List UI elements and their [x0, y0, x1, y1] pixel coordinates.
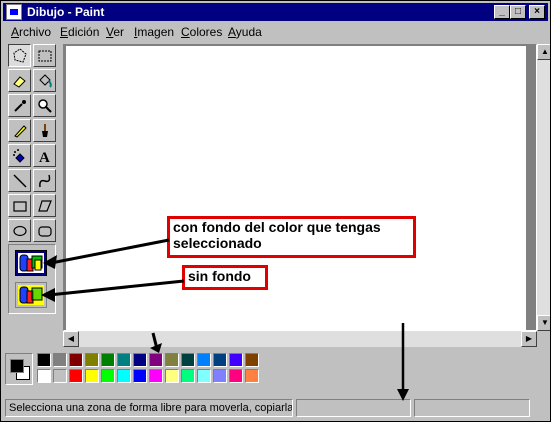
transparent-callout: sin fondo [182, 265, 268, 290]
rectangle-select-icon [38, 50, 52, 62]
paint-app-icon [6, 4, 22, 20]
line-icon [13, 174, 27, 188]
horizontal-scrollbar[interactable]: ◀ ▶ [63, 331, 537, 347]
color-swatch[interactable] [37, 353, 51, 367]
color-swatch[interactable] [165, 353, 179, 367]
svg-text:A: A [39, 150, 50, 164]
window-title: Dibujo - Paint [27, 5, 105, 19]
pencil-icon [14, 125, 27, 138]
eyedropper-icon [14, 100, 26, 112]
tool-eraser[interactable] [8, 69, 31, 92]
tool-free-form-select[interactable] [8, 44, 31, 67]
color-swatch[interactable] [181, 353, 195, 367]
scroll-down-button[interactable]: ▼ [537, 315, 550, 331]
color-swatch[interactable] [165, 369, 179, 383]
polygon-icon [38, 200, 52, 212]
color-swatch[interactable] [37, 369, 51, 383]
close-button[interactable]: × [529, 5, 545, 19]
status-message: Selecciona una zona de forma libre para … [5, 399, 293, 417]
menu-ayuda[interactable]: Ayuda [228, 25, 262, 39]
drawing-canvas[interactable] [66, 46, 526, 331]
tool-text[interactable]: A [33, 144, 56, 167]
color-swatch[interactable] [213, 369, 227, 383]
scroll-right-button[interactable]: ▶ [521, 331, 537, 347]
color-swatch[interactable] [53, 353, 67, 367]
color-swatch[interactable] [229, 369, 243, 383]
tool-line[interactable] [8, 169, 31, 192]
color-swatch[interactable] [197, 353, 211, 367]
tool-magnifier[interactable] [33, 94, 56, 117]
color-swatch[interactable] [213, 353, 227, 367]
magnifier-icon [38, 99, 52, 113]
tool-pick-color[interactable] [8, 94, 31, 117]
color-swatch[interactable] [53, 369, 67, 383]
color-swatch[interactable] [229, 353, 243, 367]
tool-rounded-rectangle[interactable] [33, 219, 56, 242]
color-swatch[interactable] [133, 369, 147, 383]
color-swatch[interactable] [181, 369, 195, 383]
menu-imagen[interactable]: Imagen [134, 25, 174, 39]
canvas-area [63, 44, 537, 331]
color-palette [5, 351, 305, 391]
text-a-icon: A [39, 150, 50, 164]
menu-edicion[interactable]: Edición [60, 25, 99, 39]
brush-icon [42, 124, 48, 137]
color-swatch[interactable] [149, 353, 163, 367]
opaque-background-option[interactable] [15, 250, 47, 276]
status-bar: Selecciona una zona de forma libre para … [3, 399, 550, 419]
title-bar[interactable]: Dibujo - Paint _ □ × [3, 3, 548, 21]
tool-curve[interactable] [33, 169, 56, 192]
toolbox: A [5, 44, 59, 344]
tool-pencil[interactable] [8, 119, 31, 142]
color-swatch[interactable] [101, 353, 115, 367]
color-swatch[interactable] [117, 353, 131, 367]
current-colors[interactable] [5, 353, 33, 385]
tool-rectangle[interactable] [8, 194, 31, 217]
transparent-shapes-icon [18, 285, 44, 305]
menu-colores[interactable]: Colores [181, 25, 222, 39]
color-swatch[interactable] [149, 369, 163, 383]
menu-bar: Archivo Edición Ver Imagen Colores Ayuda [3, 22, 548, 42]
opaque-shapes-icon [18, 253, 44, 273]
rectangle-icon [13, 201, 27, 212]
tool-brush[interactable] [33, 119, 56, 142]
tool-ellipse[interactable] [8, 219, 31, 242]
color-swatch[interactable] [197, 369, 211, 383]
color-swatch[interactable] [85, 369, 99, 383]
free-form-select-icon [13, 48, 27, 63]
color-swatch[interactable] [133, 353, 147, 367]
foreground-color-swatch[interactable] [10, 359, 24, 373]
status-size [414, 399, 530, 417]
minimize-button[interactable]: _ [494, 5, 510, 19]
tool-polygon[interactable] [33, 194, 56, 217]
eraser-icon [13, 76, 26, 88]
color-swatch[interactable] [245, 353, 259, 367]
color-swatch[interactable] [117, 369, 131, 383]
color-swatch[interactable] [69, 369, 83, 383]
airbrush-icon [13, 149, 25, 163]
tool-select[interactable] [33, 44, 56, 67]
vertical-scrollbar[interactable]: ▲ ▼ [537, 44, 550, 331]
color-swatch[interactable] [245, 369, 259, 383]
transparent-background-option[interactable] [15, 282, 47, 308]
rounded-rectangle-icon [38, 226, 52, 237]
maximize-button[interactable]: □ [510, 5, 526, 19]
menu-ver[interactable]: Ver [106, 25, 124, 39]
color-swatch[interactable] [85, 353, 99, 367]
opaque-callout: con fondo del color que tengas seleccion… [167, 216, 416, 258]
color-swatch[interactable] [69, 353, 83, 367]
paint-bucket-icon [39, 74, 52, 88]
scroll-up-button[interactable]: ▲ [537, 44, 550, 60]
curve-icon [39, 174, 51, 188]
scroll-left-button[interactable]: ◀ [63, 331, 79, 347]
menu-archivo[interactable]: Archivo [11, 25, 51, 39]
tool-airbrush[interactable] [8, 144, 31, 167]
tool-fill[interactable] [33, 69, 56, 92]
status-coordinates [296, 399, 411, 417]
color-swatch[interactable] [101, 369, 115, 383]
ellipse-icon [13, 225, 27, 237]
paint-window: Dibujo - Paint _ □ × Archivo Edición Ver… [0, 0, 551, 422]
